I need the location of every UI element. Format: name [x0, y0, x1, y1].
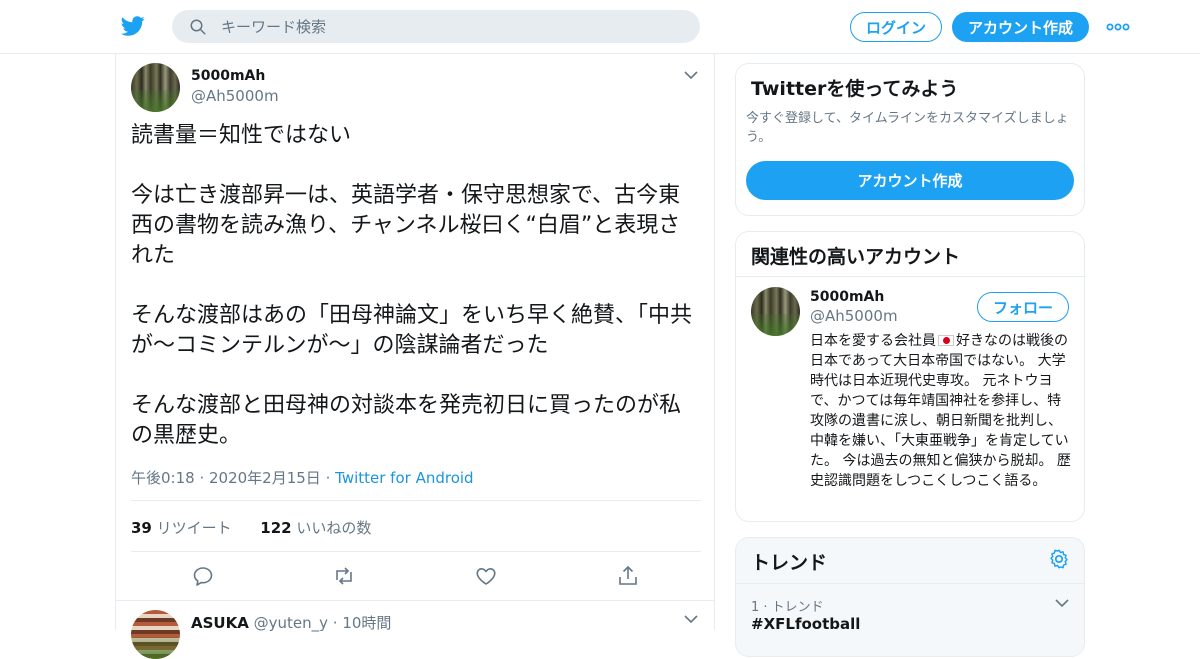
search-input[interactable] — [221, 17, 661, 36]
avatar[interactable] — [131, 63, 180, 112]
top-bar: ログイン アカウント作成 — [0, 0, 1200, 54]
reply-author-name[interactable]: ASUKA — [191, 614, 249, 632]
reply-author-handle[interactable]: @yuten_y — [254, 614, 328, 632]
share-icon[interactable] — [616, 564, 640, 588]
card-title: トレンド — [751, 552, 828, 574]
search-icon — [190, 19, 206, 34]
reply-icon[interactable] — [191, 564, 215, 588]
retweet-icon[interactable] — [332, 564, 356, 588]
tweet-text: 読書量＝知性ではない 今は亡き渡部昇一は、英語学者・保守思想家で、古今東西の書物… — [131, 123, 693, 448]
retweet-count: 39 — [131, 519, 152, 537]
twitter-bird-icon[interactable] — [120, 14, 146, 38]
bio-text: 日本を愛する会社員 — [810, 333, 936, 349]
divider — [116, 600, 714, 601]
card-title: Twitterを使ってみよう — [751, 78, 959, 100]
divider — [736, 276, 1084, 277]
account-name[interactable]: 5000mAh — [810, 289, 884, 305]
signup-button[interactable]: アカウント作成 — [952, 12, 1089, 42]
like-heart-icon[interactable] — [474, 564, 498, 588]
account-bio: 日本を愛する会社員 好きなのは戦後の日本であって大日本帝国ではない。 大学時代は日… — [810, 331, 1072, 491]
tweet-stats: 39 リツイート 122 いいねの数 — [131, 517, 371, 538]
chevron-down-icon[interactable] — [1055, 598, 1069, 608]
search-bar — [172, 10, 700, 43]
account-handle[interactable]: @Ah5000m — [810, 307, 898, 325]
avatar[interactable] — [131, 610, 180, 659]
signup-promo-card: Twitterを使ってみよう 今すぐ登録して、タイムラインをカスタマイズしましょ… — [735, 63, 1085, 216]
login-button[interactable]: ログイン — [850, 12, 942, 42]
divider — [131, 500, 701, 501]
more-dots-icon[interactable] — [1106, 18, 1130, 36]
trend-topic[interactable]: #XFLfootball — [751, 615, 860, 633]
trends-card: トレンド 1 · トレンド #XFLfootball — [735, 537, 1085, 657]
card-description: 今すぐ登録して、タイムラインをカスタマイズしましょう。 — [746, 111, 1069, 145]
retweet-stat[interactable]: 39 リツイート — [131, 519, 232, 537]
like-label: いいねの数 — [296, 519, 372, 537]
chevron-down-icon[interactable] — [684, 614, 698, 624]
like-stat[interactable]: 122 いいねの数 — [260, 519, 371, 537]
tweet-author-handle[interactable]: @Ah5000m — [191, 87, 279, 105]
tweet-source-link[interactable]: Twitter for Android — [335, 469, 473, 487]
reply-time[interactable]: · 10時間 — [333, 614, 392, 632]
japan-flag-emoji — [938, 335, 954, 346]
bio-text: 好きなのは戦後の日本であって大日本帝国ではない。 大学時代は日本近現代史専攻。 … — [810, 333, 1071, 489]
tweet-meta: 午後0:18 · 2020年2月15日 · Twitter for Androi… — [131, 467, 474, 488]
tweet-author-name[interactable]: 5000mAh — [191, 68, 265, 84]
gear-icon[interactable] — [1048, 548, 1070, 570]
avatar[interactable] — [751, 287, 800, 336]
tweet-timestamp[interactable]: 午後0:18 · 2020年2月15日 — [131, 469, 321, 487]
meta-separator: · — [325, 469, 331, 487]
retweet-label: リツイート — [156, 519, 232, 537]
create-account-button[interactable]: アカウント作成 — [746, 161, 1074, 200]
follow-button[interactable]: フォロー — [977, 292, 1069, 322]
divider — [131, 551, 701, 552]
divider — [736, 583, 1084, 584]
chevron-down-icon[interactable] — [684, 70, 698, 80]
like-count: 122 — [260, 519, 292, 537]
trend-rank: 1 · トレンド — [751, 600, 824, 615]
card-title: 関連性の高いアカウント — [751, 246, 961, 268]
relevant-accounts-card: 関連性の高いアカウント 5000mAh @Ah5000m フォロー 日本を愛する… — [735, 231, 1085, 522]
main-column: 5000mAh @Ah5000m 読書量＝知性ではない 今は亡き渡部昇一は、英語… — [115, 54, 715, 659]
